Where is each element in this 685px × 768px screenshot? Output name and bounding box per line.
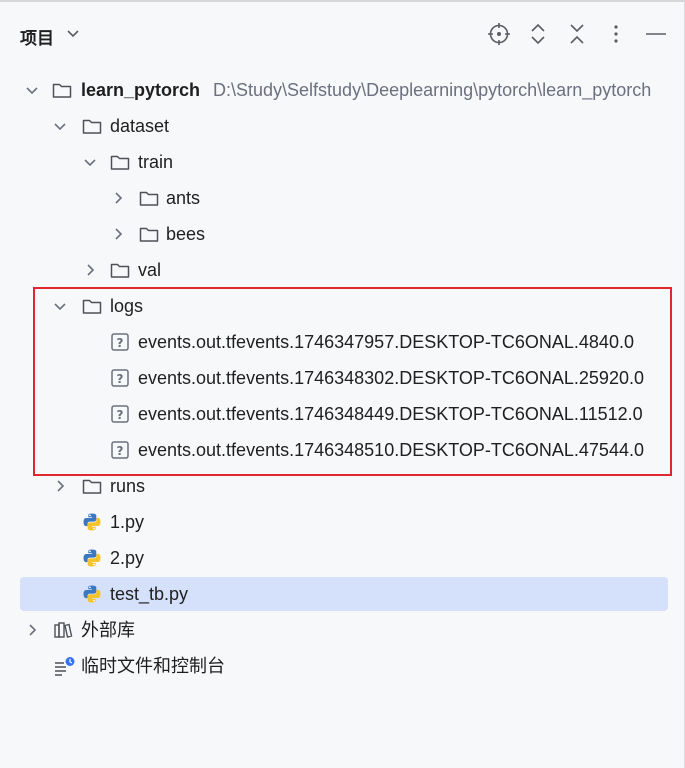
- library-icon: [53, 620, 73, 640]
- chevron-right-icon[interactable]: [110, 226, 126, 242]
- chevron-right-icon[interactable]: [24, 622, 40, 638]
- chevron-right-icon[interactable]: [82, 262, 98, 278]
- tree-item-train[interactable]: train: [0, 144, 685, 180]
- tree-item-root[interactable]: learn_pytorch D:\Study\Selfstudy\Deeplea…: [0, 72, 685, 108]
- minimize-icon[interactable]: [644, 22, 668, 46]
- tree-item-file-2py[interactable]: 2.py: [0, 540, 685, 576]
- expand-all-icon[interactable]: [526, 22, 550, 46]
- folder-icon: [110, 260, 130, 280]
- tree-item-dataset[interactable]: dataset: [0, 108, 685, 144]
- tree-item-label: learn_pytorch: [81, 80, 201, 100]
- folder-icon: [52, 80, 72, 100]
- folder-icon: [139, 224, 159, 244]
- tree-item-bees[interactable]: bees: [0, 216, 685, 252]
- tree-item-label: dataset: [110, 116, 170, 136]
- tree-item-label: val: [138, 260, 162, 280]
- python-file-icon: [82, 512, 102, 532]
- tree-item-ants[interactable]: ants: [0, 180, 685, 216]
- annotation-highlight-box: [33, 287, 672, 476]
- chevron-down-icon[interactable]: [52, 118, 68, 134]
- python-file-icon: [82, 548, 102, 568]
- project-path: D:\Study\Selfstudy\Deeplearning\pytorch\…: [213, 80, 652, 100]
- tree-item-label: ants: [166, 188, 201, 208]
- python-file-icon: [82, 584, 102, 604]
- tree-item-external-libraries[interactable]: 外部库: [0, 612, 685, 648]
- tree-item-label: 1.py: [110, 512, 145, 532]
- panel-title[interactable]: 项目: [20, 24, 54, 49]
- tree-item-label: runs: [110, 476, 146, 496]
- tree-item-file-1py[interactable]: 1.py: [0, 504, 685, 540]
- chevron-down-icon[interactable]: [66, 26, 80, 45]
- tree-item-label: bees: [166, 224, 206, 244]
- tree-item-label: train: [138, 152, 174, 172]
- project-panel-header: 项目: [0, 14, 685, 54]
- collapse-all-icon[interactable]: [565, 22, 589, 46]
- folder-icon: [82, 476, 102, 496]
- tree-item-label: 外部库: [81, 620, 135, 640]
- window-top-border: [0, 0, 685, 2]
- chevron-right-icon[interactable]: [110, 190, 126, 206]
- tree-item-file-test-tb[interactable]: test_tb.py: [0, 576, 685, 612]
- locate-icon[interactable]: [487, 22, 511, 46]
- tree-item-label: test_tb.py: [110, 584, 189, 604]
- chevron-down-icon[interactable]: [82, 154, 98, 170]
- folder-icon: [139, 188, 159, 208]
- chevron-right-icon[interactable]: [52, 478, 68, 494]
- chevron-down-icon[interactable]: [24, 82, 40, 98]
- tree-item-label: 2.py: [110, 548, 145, 568]
- more-options-icon[interactable]: [604, 22, 628, 46]
- folder-icon: [82, 116, 102, 136]
- folder-icon: [110, 152, 130, 172]
- tree-item-val[interactable]: val: [0, 252, 685, 288]
- tree-item-label: 临时文件和控制台: [81, 656, 225, 676]
- tree-item-scratches-consoles[interactable]: 临时文件和控制台: [0, 648, 685, 684]
- scratches-icon: [53, 656, 75, 676]
